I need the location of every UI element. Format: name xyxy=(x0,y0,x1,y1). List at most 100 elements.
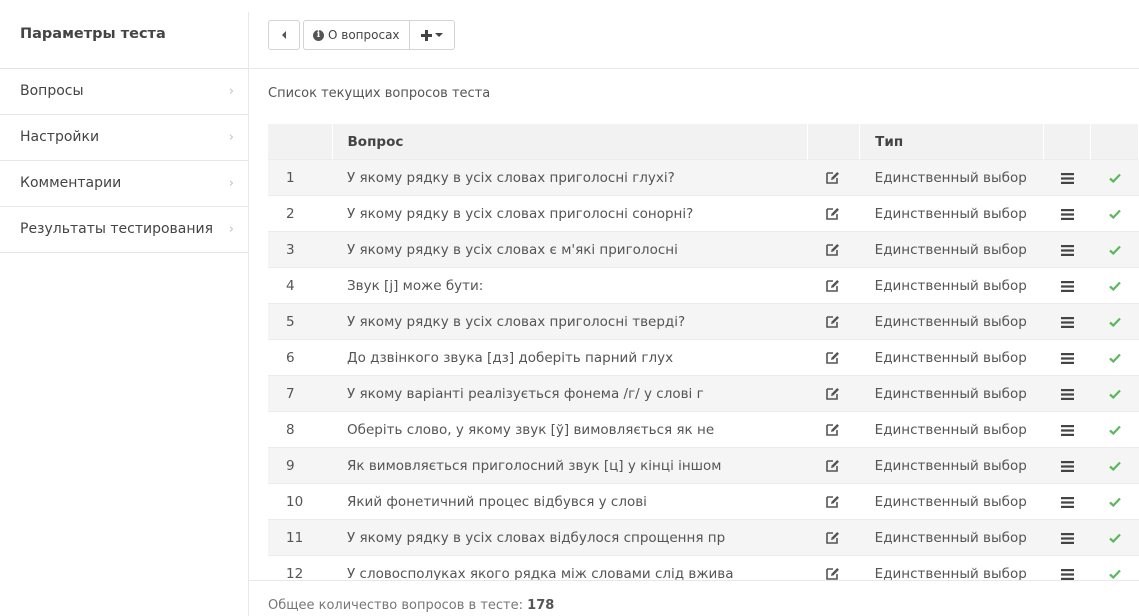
sidebar-item-questions[interactable]: Вопросы › xyxy=(0,69,248,115)
edit-icon[interactable] xyxy=(826,459,840,472)
sidebar-item-label: Вопросы xyxy=(20,83,84,99)
menu-icon[interactable] xyxy=(1060,425,1074,436)
check-icon[interactable] xyxy=(1108,461,1121,471)
row-number: 1 xyxy=(268,159,333,196)
edit-icon[interactable] xyxy=(826,351,840,364)
chevron-right-icon: › xyxy=(228,176,234,191)
check-icon[interactable] xyxy=(1108,281,1121,291)
table-row[interactable]: 7У якому варіанті реалізується фонема /г… xyxy=(268,375,1139,412)
row-number: 10 xyxy=(268,483,333,520)
edit-icon[interactable] xyxy=(826,567,840,580)
question-type: Единственный выбор xyxy=(859,519,1044,556)
check-icon[interactable] xyxy=(1108,389,1121,399)
table-row[interactable]: 3У якому рядку в усіх словах є м'які при… xyxy=(268,231,1139,268)
check-cell xyxy=(1090,555,1139,591)
sidebar-item-comments[interactable]: Комментарии › xyxy=(0,161,248,207)
check-icon[interactable] xyxy=(1108,569,1121,579)
back-button[interactable] xyxy=(268,20,300,50)
menu-icon[interactable] xyxy=(1060,281,1074,292)
table-row[interactable]: 5У якому рядку в усіх словах приголосні … xyxy=(268,303,1139,340)
question-text[interactable]: У якому рядку в усіх словах відбулося сп… xyxy=(332,519,808,556)
menu-icon[interactable] xyxy=(1060,533,1074,544)
menu-icon[interactable] xyxy=(1060,389,1074,400)
menu-icon[interactable] xyxy=(1060,173,1074,184)
menu-icon[interactable] xyxy=(1060,317,1074,328)
check-cell xyxy=(1090,519,1139,556)
menu-icon[interactable] xyxy=(1060,497,1074,508)
table-row[interactable]: 10 Який фонетичний процес відбувся у слов… xyxy=(268,483,1139,520)
menu-icon[interactable] xyxy=(1060,569,1074,580)
header-edit xyxy=(807,124,861,160)
menu-icon[interactable] xyxy=(1060,209,1074,220)
check-cell xyxy=(1090,375,1139,412)
header-type: Тип xyxy=(859,124,1044,160)
question-text[interactable]: Оберіть слово, у якому звук [ў] вимовляє… xyxy=(332,411,808,448)
chevron-right-icon: › xyxy=(228,222,234,237)
question-text[interactable]: У якому рядку в усіх словах приголосні г… xyxy=(332,159,808,196)
edit-cell xyxy=(807,555,860,591)
menu-icon[interactable] xyxy=(1060,461,1074,472)
check-icon[interactable] xyxy=(1108,317,1121,327)
question-type: Единственный выбор xyxy=(859,303,1044,340)
table-row[interactable]: 11 У якому рядку в усіх словах відбулося … xyxy=(268,519,1139,556)
edit-icon[interactable] xyxy=(826,279,840,292)
menu-cell xyxy=(1043,447,1091,484)
question-type: Единственный выбор xyxy=(859,267,1044,304)
question-text[interactable]: Як вимовляється приголосний звук [ц] у к… xyxy=(332,447,808,484)
row-number: 5 xyxy=(268,303,333,340)
question-text[interactable]: У якому рядку в усіх словах є м'які приг… xyxy=(332,231,808,268)
info-circle-icon: i xyxy=(313,29,324,41)
row-number: 9 xyxy=(268,447,333,484)
edit-cell xyxy=(807,411,860,448)
row-number: 4 xyxy=(268,267,333,304)
sidebar: Параметры теста Вопросы › Настройки › Ко… xyxy=(0,0,248,616)
edit-icon[interactable] xyxy=(826,531,840,544)
check-icon[interactable] xyxy=(1108,425,1121,435)
edit-icon[interactable] xyxy=(826,207,840,220)
question-text[interactable]: У якому рядку в усіх словах приголосні т… xyxy=(332,303,808,340)
question-text[interactable]: Звук [j] може бути: xyxy=(332,267,808,304)
check-icon[interactable] xyxy=(1108,353,1121,363)
question-text[interactable]: У якому варіанті реалізується фонема /г/… xyxy=(332,375,808,412)
edit-icon[interactable] xyxy=(826,315,840,328)
sidebar-item-results[interactable]: Результаты тестирования › xyxy=(0,207,248,253)
question-type: Единственный выбор xyxy=(859,483,1044,520)
sidebar-item-settings[interactable]: Настройки › xyxy=(0,115,248,161)
question-text[interactable]: Який фонетичний процес відбувся у слові xyxy=(332,483,808,520)
sidebar-item-label: Настройки xyxy=(20,129,100,145)
table-row[interactable]: 6 До дзвінкого звука [дз] доберіть парний… xyxy=(268,339,1139,376)
row-number: 12 xyxy=(268,555,333,591)
edit-icon[interactable] xyxy=(826,423,840,436)
table-row[interactable]: 8 Оберіть слово, у якому звук [ў] вимовля… xyxy=(268,411,1139,448)
header-divider xyxy=(249,68,1139,69)
list-caption: Список текущих вопросов теста xyxy=(268,86,491,101)
table-row[interactable]: 9 Як вимовляється приголосний звук [ц] у … xyxy=(268,447,1139,484)
table-row[interactable]: 12 У словосполуках якого рядка між словам… xyxy=(268,555,1139,591)
question-text[interactable]: До дзвінкого звука [дз] доберіть парний … xyxy=(332,339,808,376)
table-row[interactable]: 2У якому рядку в усіх словах приголосні … xyxy=(268,195,1139,232)
check-icon[interactable] xyxy=(1108,533,1121,543)
check-icon[interactable] xyxy=(1108,245,1121,255)
chevron-right-icon: › xyxy=(228,84,234,99)
edit-cell xyxy=(807,267,860,304)
check-icon[interactable] xyxy=(1108,497,1121,507)
edit-icon[interactable] xyxy=(826,387,840,400)
check-icon[interactable] xyxy=(1108,173,1121,183)
check-icon[interactable] xyxy=(1108,209,1121,219)
table-row[interactable]: 1У якому рядку в усіх словах приголосні … xyxy=(268,159,1139,196)
edit-cell xyxy=(807,303,860,340)
check-cell xyxy=(1090,483,1139,520)
question-text[interactable]: У якому рядку в усіх словах приголосні с… xyxy=(332,195,808,232)
add-dropdown-button[interactable] xyxy=(409,20,455,50)
edit-icon[interactable] xyxy=(826,171,840,184)
about-questions-button[interactable]: i О вопросах xyxy=(303,20,410,50)
question-text[interactable]: У словосполуках якого рядка між словами … xyxy=(332,555,808,591)
toolbar: i О вопросах xyxy=(268,20,455,50)
menu-icon[interactable] xyxy=(1060,353,1074,364)
questions-table: Вопрос Тип 1У якому рядку в усіх словах … xyxy=(268,124,1139,591)
edit-icon[interactable] xyxy=(826,495,840,508)
table-row[interactable]: 4 Звук [j] може бути: Единственный выбор xyxy=(268,267,1139,304)
menu-icon[interactable] xyxy=(1060,245,1074,256)
edit-icon[interactable] xyxy=(826,243,840,256)
row-number: 8 xyxy=(268,411,333,448)
